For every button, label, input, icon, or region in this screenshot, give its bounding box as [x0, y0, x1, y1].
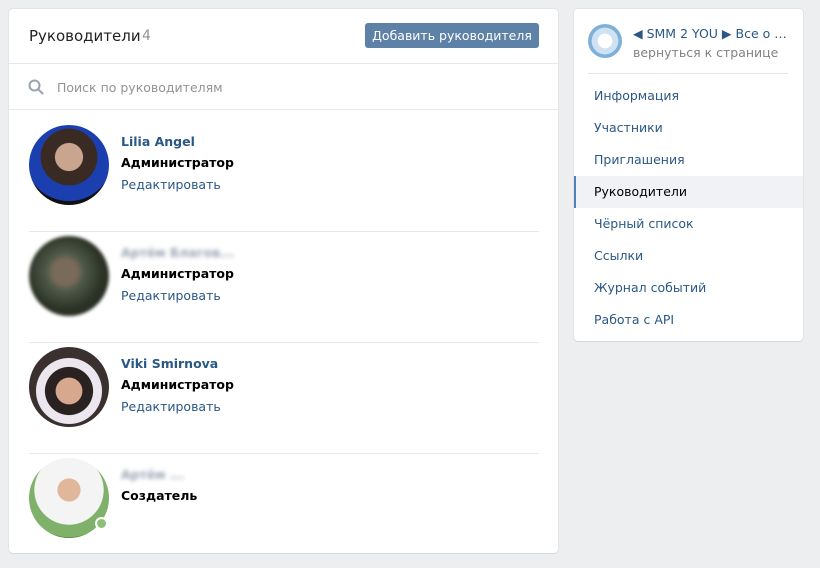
manager-name[interactable]: Артём Благов...: [121, 245, 234, 260]
menu-item-members[interactable]: Участники: [574, 112, 803, 144]
back-to-page-link[interactable]: вернуться к странице: [633, 45, 778, 60]
menu-item-api[interactable]: Работа с API: [574, 304, 803, 336]
settings-sidebar: ◀ SMM 2 YOU ▶ Все о п... вернуться к стр…: [574, 9, 803, 341]
manager-role: Администратор: [121, 155, 234, 170]
manager-row: Lilia Angel Администратор Редактировать: [29, 120, 539, 232]
search-icon: [28, 79, 44, 95]
menu-item-invitations[interactable]: Приглашения: [574, 144, 803, 176]
online-status-icon: [95, 517, 108, 530]
avatar[interactable]: [29, 125, 109, 205]
page-title: Руководители: [29, 27, 141, 45]
manager-row: Viki Smirnova Администратор Редактироват…: [29, 342, 539, 454]
manager-row: Артём Благов... Администратор Редактиров…: [29, 231, 539, 343]
manager-name[interactable]: Артём ...: [121, 467, 184, 482]
managers-panel: Руководители 4 Добавить руководителя Lil…: [9, 9, 558, 553]
menu-item-links[interactable]: Ссылки: [574, 240, 803, 272]
avatar[interactable]: [29, 347, 109, 427]
manager-name[interactable]: Viki Smirnova: [121, 356, 218, 371]
edit-link[interactable]: Редактировать: [121, 177, 221, 192]
settings-menu: Информация Участники Приглашения Руковод…: [574, 80, 803, 336]
manager-role: Администратор: [121, 266, 234, 281]
panel-header: Руководители 4 Добавить руководителя: [9, 9, 558, 64]
menu-item-info[interactable]: Информация: [574, 80, 803, 112]
community-header: ◀ SMM 2 YOU ▶ Все о п... вернуться к стр…: [588, 21, 791, 74]
manager-name[interactable]: Lilia Angel: [121, 134, 195, 149]
manager-role: Создатель: [121, 488, 198, 503]
menu-item-event-log[interactable]: Журнал событий: [574, 272, 803, 304]
manager-row: Артём ... Создатель: [29, 453, 539, 564]
search-bar: [9, 64, 558, 110]
community-link[interactable]: ◀ SMM 2 YOU ▶ Все о п...: [633, 26, 791, 41]
managers-count: 4: [142, 28, 151, 44]
add-manager-button[interactable]: Добавить руководителя: [365, 23, 539, 48]
menu-item-managers[interactable]: Руководители: [574, 176, 803, 208]
manager-role: Администратор: [121, 377, 234, 392]
menu-item-blacklist[interactable]: Чёрный список: [574, 208, 803, 240]
search-input[interactable]: [55, 74, 529, 100]
avatar[interactable]: [29, 236, 109, 316]
edit-link[interactable]: Редактировать: [121, 288, 221, 303]
community-logo[interactable]: [588, 24, 622, 58]
edit-link[interactable]: Редактировать: [121, 399, 221, 414]
